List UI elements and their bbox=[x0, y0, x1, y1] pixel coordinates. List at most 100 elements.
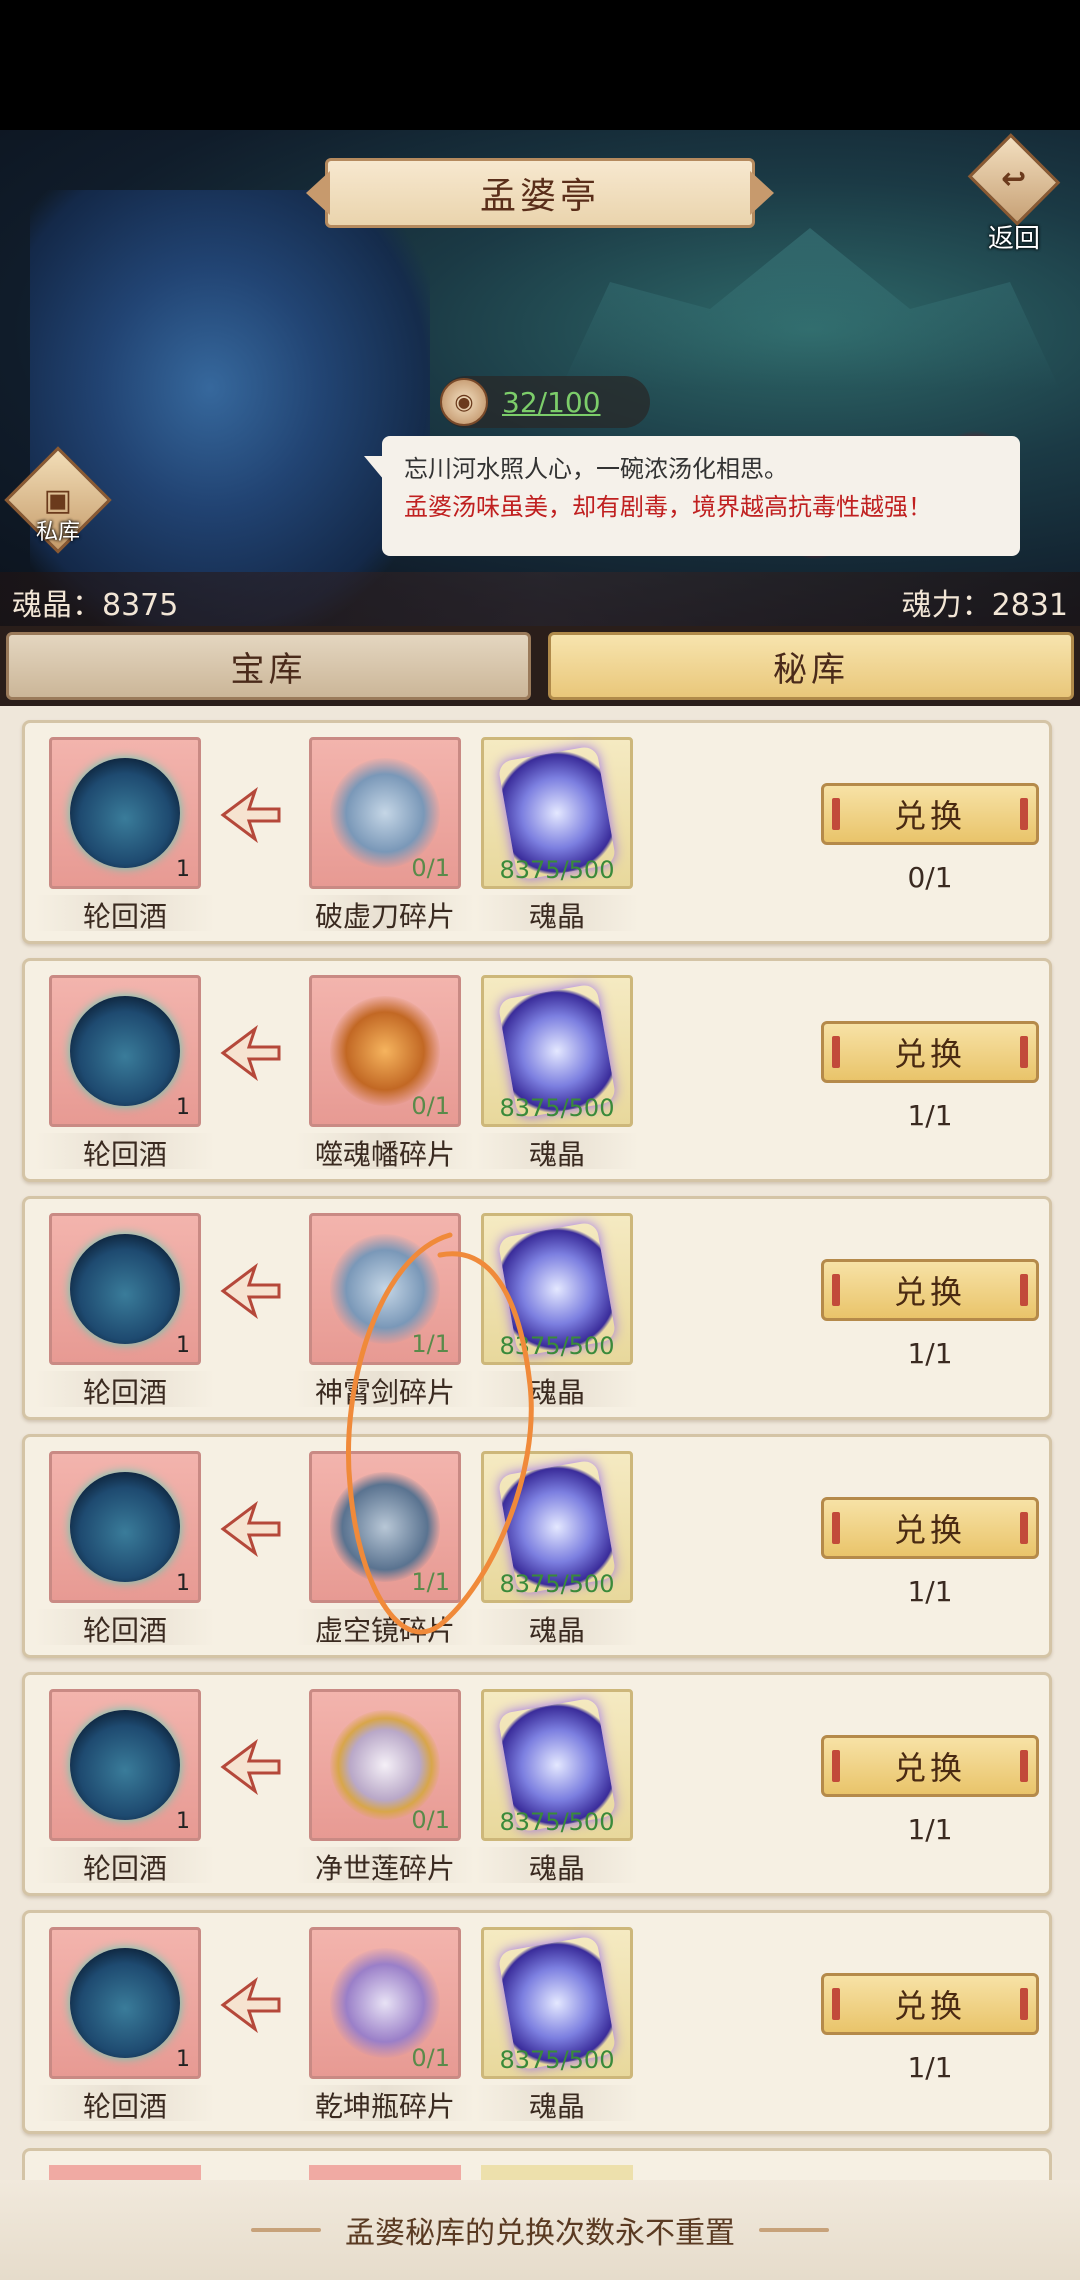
exchange-row: 1 轮回酒 0/1 乾坤瓶碎片 8375/500 魂晶 兑换 1/1 bbox=[22, 1910, 1052, 2134]
reward-item-slot[interactable]: 1 bbox=[49, 1213, 201, 1365]
soul-crystal-slot[interactable]: 8375/500 bbox=[481, 1451, 633, 1603]
soup-bowl-icon: ◉ bbox=[440, 378, 488, 426]
exchange-list: 1 轮回酒 0/1 破虚刀碎片 8375/500 魂晶 兑换 0/1 1 轮回酒… bbox=[22, 720, 1052, 2208]
fragment-name: 净世莲碎片 bbox=[295, 1847, 475, 1885]
currency-name: 魂晶 bbox=[475, 1609, 639, 1647]
exchange-button[interactable]: 兑换 bbox=[821, 1973, 1039, 2035]
exchange-list-area[interactable]: 1 轮回酒 0/1 破虚刀碎片 8375/500 魂晶 兑换 0/1 1 轮回酒… bbox=[0, 706, 1080, 2280]
soul-crystal-slot[interactable]: 8375/500 bbox=[481, 1689, 633, 1841]
exchange-button[interactable]: 兑换 bbox=[821, 1259, 1039, 1321]
vault-tabs: 宝库 秘库 bbox=[0, 626, 1080, 706]
wine-gourd-icon bbox=[70, 1472, 180, 1582]
tab-treasury[interactable]: 宝库 bbox=[6, 632, 531, 700]
exchange-limit: 0/1 bbox=[907, 861, 953, 894]
reward-name: 轮回酒 bbox=[35, 895, 215, 933]
exchange-arrow-icon bbox=[220, 1977, 281, 2033]
currency-name: 魂晶 bbox=[475, 1133, 639, 1171]
fragment-quantity: 0/1 bbox=[411, 1092, 450, 1120]
mengpo-figure-image bbox=[30, 190, 430, 630]
fragment-quantity: 0/1 bbox=[411, 1806, 450, 1834]
reward-item-slot[interactable]: 1 bbox=[49, 1689, 201, 1841]
exchange-limit: 1/1 bbox=[907, 1099, 953, 1132]
reward-item-slot[interactable]: 1 bbox=[49, 1927, 201, 2079]
exchange-button[interactable]: 兑换 bbox=[821, 1735, 1039, 1797]
exchange-button[interactable]: 兑换 bbox=[821, 1021, 1039, 1083]
fragment-item-slot[interactable]: 0/1 bbox=[309, 1927, 461, 2079]
reward-name: 轮回酒 bbox=[35, 1133, 215, 1171]
fragment-item-slot[interactable]: 1/1 bbox=[309, 1213, 461, 1365]
exchange-limit: 1/1 bbox=[907, 1813, 953, 1846]
private-vault-button[interactable]: ▣ 私库 bbox=[4, 446, 112, 562]
fragment-quantity: 0/1 bbox=[411, 854, 450, 882]
exchange-row: 1 轮回酒 0/1 破虚刀碎片 8375/500 魂晶 兑换 0/1 bbox=[22, 720, 1052, 944]
fragment-icon bbox=[330, 1948, 440, 2058]
footer-text: 孟婆秘库的兑换次数永不重置 bbox=[345, 2216, 735, 2251]
tab-secret-vault[interactable]: 秘库 bbox=[548, 632, 1074, 700]
exchange-button[interactable]: 兑换 bbox=[821, 1497, 1039, 1559]
reward-name: 轮回酒 bbox=[35, 1847, 215, 1885]
fragment-item-slot[interactable]: 0/1 bbox=[309, 1689, 461, 1841]
reward-quantity: 1 bbox=[176, 1095, 190, 1120]
soul-crystal-slot[interactable]: 8375/500 bbox=[481, 1213, 633, 1365]
reward-quantity: 1 bbox=[176, 1809, 190, 1834]
wine-gourd-icon bbox=[70, 1234, 180, 1344]
reward-name: 轮回酒 bbox=[35, 1609, 215, 1647]
wine-gourd-icon bbox=[70, 1710, 180, 1820]
fragment-icon bbox=[330, 1234, 440, 1344]
currency-name: 魂晶 bbox=[475, 895, 639, 933]
reward-quantity: 1 bbox=[176, 857, 190, 882]
soul-crystal-cost: 8375/500 bbox=[499, 1094, 615, 1122]
fragment-item-slot[interactable]: 0/1 bbox=[309, 975, 461, 1127]
soul-crystal-cost: 8375/500 bbox=[499, 1570, 615, 1598]
wine-gourd-icon bbox=[70, 1948, 180, 2058]
reward-item-slot[interactable]: 1 bbox=[49, 737, 201, 889]
reward-quantity: 1 bbox=[176, 1333, 190, 1358]
currency-name: 魂晶 bbox=[475, 2085, 639, 2123]
footer-ornament-right bbox=[759, 2228, 829, 2232]
back-button[interactable]: ↩ 返回 bbox=[962, 133, 1066, 255]
soup-counter[interactable]: ◉ 32/100 bbox=[440, 376, 650, 428]
soul-crystal-count: 魂晶：8375 bbox=[12, 588, 179, 623]
exchange-arrow-icon bbox=[220, 1501, 281, 1557]
fragment-icon bbox=[330, 1710, 440, 1820]
description-line: 忘川河水照人心，一碗浓汤化相思。 bbox=[404, 455, 788, 483]
exchange-row: 1 轮回酒 0/1 噬魂幡碎片 8375/500 魂晶 兑换 1/1 bbox=[22, 958, 1052, 1182]
fragment-icon bbox=[330, 1472, 440, 1582]
fragment-item-slot[interactable]: 0/1 bbox=[309, 737, 461, 889]
soul-power-count: 魂力：2831 bbox=[901, 588, 1068, 623]
back-arrow-icon: ↩ bbox=[967, 133, 1061, 226]
footer-ornament-left bbox=[251, 2228, 321, 2232]
description-bubble: 忘川河水照人心，一碗浓汤化相思。 孟婆汤味虽美，却有剧毒，境界越高抗毒性越强！ bbox=[382, 436, 1020, 556]
exchange-arrow-icon bbox=[220, 1263, 281, 1319]
fragment-name: 神霄剑碎片 bbox=[295, 1371, 475, 1409]
wine-gourd-icon bbox=[70, 996, 180, 1106]
soul-crystal-cost: 8375/500 bbox=[499, 2046, 615, 2074]
fragment-name: 破虚刀碎片 bbox=[295, 895, 475, 933]
reward-item-slot[interactable]: 1 bbox=[49, 1451, 201, 1603]
exchange-row: 1 轮回酒 0/1 净世莲碎片 8375/500 魂晶 兑换 1/1 bbox=[22, 1672, 1052, 1896]
exchange-limit: 1/1 bbox=[907, 1337, 953, 1370]
fragment-quantity: 1/1 bbox=[411, 1568, 450, 1596]
reward-quantity: 1 bbox=[176, 1571, 190, 1596]
soul-crystal-cost: 8375/500 bbox=[499, 1332, 615, 1360]
private-vault-label: 私库 bbox=[35, 520, 80, 545]
description-warning: 孟婆汤味虽美，却有剧毒，境界越高抗毒性越强！ bbox=[404, 493, 932, 521]
exchange-row: 1 轮回酒 1/1 虚空镜碎片 8375/500 魂晶 兑换 1/1 bbox=[22, 1434, 1052, 1658]
reward-name: 轮回酒 bbox=[35, 1371, 215, 1409]
reward-name: 轮回酒 bbox=[35, 2085, 215, 2123]
status-bar-area bbox=[0, 0, 1080, 130]
exchange-row: 1 轮回酒 1/1 神霄剑碎片 8375/500 魂晶 兑换 1/1 bbox=[22, 1196, 1052, 1420]
soup-counter-value: 32/100 bbox=[502, 385, 601, 419]
fragment-icon bbox=[330, 758, 440, 868]
resource-bar: 魂晶：8375 魂力：2831 bbox=[0, 572, 1080, 626]
soul-crystal-slot[interactable]: 8375/500 bbox=[481, 737, 633, 889]
fragment-name: 虚空镜碎片 bbox=[295, 1609, 475, 1647]
soul-crystal-slot[interactable]: 8375/500 bbox=[481, 975, 633, 1127]
fragment-item-slot[interactable]: 1/1 bbox=[309, 1451, 461, 1603]
soul-crystal-slot[interactable]: 8375/500 bbox=[481, 1927, 633, 2079]
exchange-arrow-icon bbox=[220, 1739, 281, 1795]
footer-notice: 孟婆秘库的兑换次数永不重置 bbox=[0, 2180, 1080, 2280]
exchange-button[interactable]: 兑换 bbox=[821, 783, 1039, 845]
page-title: 孟婆亭 bbox=[325, 158, 755, 228]
reward-item-slot[interactable]: 1 bbox=[49, 975, 201, 1127]
